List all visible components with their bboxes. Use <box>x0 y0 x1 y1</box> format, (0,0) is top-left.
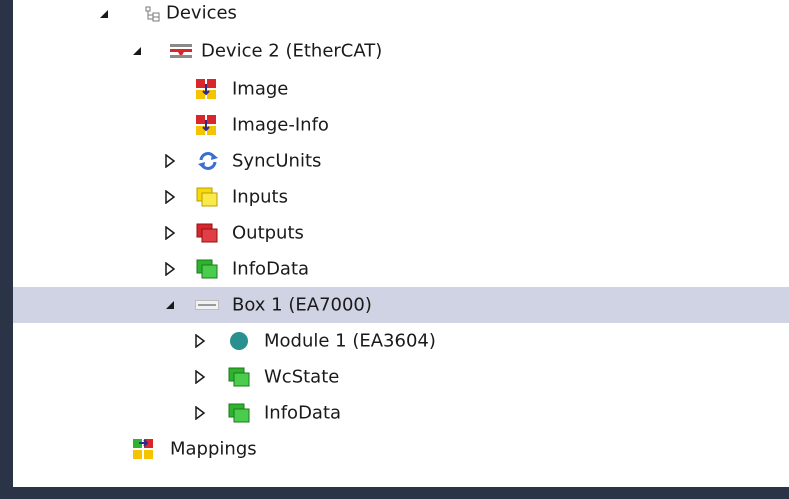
tree-item-label: Outputs <box>232 222 304 244</box>
tree-item-mappings[interactable]: Mappings <box>13 431 789 467</box>
expand-arrow-icon[interactable] <box>163 190 177 204</box>
tree-item-infodata[interactable]: InfoData <box>13 251 789 287</box>
image-icon <box>196 79 216 99</box>
expand-arrow-icon[interactable] <box>193 334 207 348</box>
tree-item-devices[interactable]: Devices <box>13 0 789 33</box>
tree-item-image[interactable]: Image <box>13 71 789 107</box>
outputs-icon <box>196 223 218 243</box>
tree-item-label: InfoData <box>264 402 342 424</box>
inputs-icon <box>196 187 218 207</box>
infodata-icon <box>196 259 218 279</box>
solution-tree: Devices Device 2 (EtherCAT) Image Image-… <box>13 0 789 487</box>
expand-arrow-icon[interactable] <box>163 262 177 276</box>
expand-arrow-icon[interactable] <box>163 226 177 240</box>
window-border-bottom <box>0 487 789 499</box>
tree-item-module-1[interactable]: Module 1 (EA3604) <box>13 323 789 359</box>
tree-item-outputs[interactable]: Outputs <box>13 215 789 251</box>
window-border-left <box>0 0 13 499</box>
sync-units-icon <box>198 152 218 170</box>
tree-item-box-1[interactable]: Box 1 (EA7000) <box>13 287 789 323</box>
ethercat-device-icon <box>170 44 192 58</box>
tree-item-label: Devices <box>166 2 237 24</box>
tree-item-label: Device 2 (EtherCAT) <box>201 40 383 62</box>
tree-item-wcstate[interactable]: WcState <box>13 359 789 395</box>
tree-item-syncunits[interactable]: SyncUnits <box>13 143 789 179</box>
infodata-icon <box>228 403 250 423</box>
tree-item-label: Inputs <box>232 186 288 208</box>
image-info-icon <box>196 115 216 135</box>
tree-item-infodata-child[interactable]: InfoData <box>13 395 789 431</box>
expand-arrow-icon[interactable] <box>193 370 207 384</box>
module-icon <box>230 332 248 350</box>
tree-item-image-info[interactable]: Image-Info <box>13 107 789 143</box>
expand-arrow-icon[interactable] <box>193 406 207 420</box>
collapse-arrow-icon[interactable] <box>130 44 144 58</box>
tree-item-device-2[interactable]: Device 2 (EtherCAT) <box>13 33 789 69</box>
mappings-icon <box>133 439 153 459</box>
devices-icon <box>145 6 160 22</box>
tree-item-label: InfoData <box>232 258 310 280</box>
tree-item-label: Mappings <box>170 438 257 460</box>
tree-item-label: WcState <box>264 366 340 388</box>
tree-panel: Devices Device 2 (EtherCAT) Image Image-… <box>0 0 789 499</box>
collapse-arrow-icon[interactable] <box>163 298 177 312</box>
expand-arrow-icon[interactable] <box>163 154 177 168</box>
tree-item-label: Box 1 (EA7000) <box>232 294 372 316</box>
tree-item-label: Image <box>232 78 289 100</box>
tree-item-label: Module 1 (EA3604) <box>264 330 436 352</box>
tree-item-label: SyncUnits <box>232 150 322 172</box>
collapse-arrow-icon[interactable] <box>97 7 111 21</box>
tree-item-label: Image-Info <box>232 114 329 136</box>
box-icon <box>195 300 219 310</box>
wcstate-icon <box>228 367 250 387</box>
tree-item-inputs[interactable]: Inputs <box>13 179 789 215</box>
